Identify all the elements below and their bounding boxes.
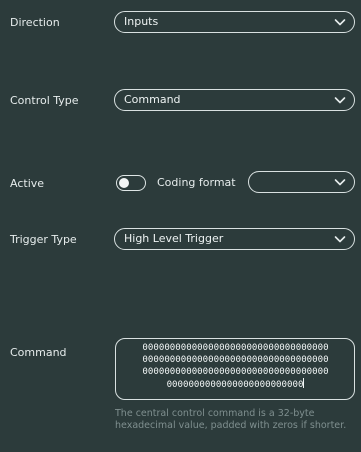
chevron-down-icon bbox=[334, 97, 346, 104]
coding-format-select[interactable] bbox=[248, 171, 355, 193]
command-label: Command bbox=[10, 346, 67, 359]
command-line: 0000000000000000000000000000000000 bbox=[142, 355, 329, 365]
chevron-down-icon bbox=[334, 19, 346, 26]
direction-label: Direction bbox=[10, 16, 60, 29]
trigger-type-label: Trigger Type bbox=[10, 233, 77, 246]
chevron-down-icon bbox=[334, 236, 346, 243]
trigger-type-value: High Level Trigger bbox=[124, 232, 224, 245]
command-line: 0000000000000000000000000 bbox=[166, 380, 304, 390]
control-type-label: Control Type bbox=[10, 94, 79, 107]
command-textarea[interactable]: 0000000000000000000000000000000000 00000… bbox=[115, 338, 355, 400]
chevron-down-icon bbox=[334, 179, 346, 186]
text-caret bbox=[303, 378, 305, 388]
command-line: 0000000000000000000000000000000000 bbox=[142, 343, 329, 353]
direction-select[interactable]: Inputs bbox=[114, 11, 355, 33]
control-type-value: Command bbox=[124, 93, 181, 106]
command-line: 0000000000000000000000000000000000 bbox=[142, 367, 329, 377]
control-type-select[interactable]: Command bbox=[114, 89, 355, 111]
command-help-text: The central control command is a 32-byte… bbox=[115, 408, 347, 431]
direction-value: Inputs bbox=[124, 15, 159, 28]
trigger-type-select[interactable]: High Level Trigger bbox=[114, 228, 355, 250]
command-line-last: 0000000000000000000000000 bbox=[119, 378, 352, 391]
active-label: Active bbox=[10, 177, 45, 190]
active-toggle[interactable] bbox=[116, 175, 146, 191]
toggle-knob bbox=[119, 177, 129, 188]
coding-format-label: Coding format bbox=[157, 176, 236, 189]
